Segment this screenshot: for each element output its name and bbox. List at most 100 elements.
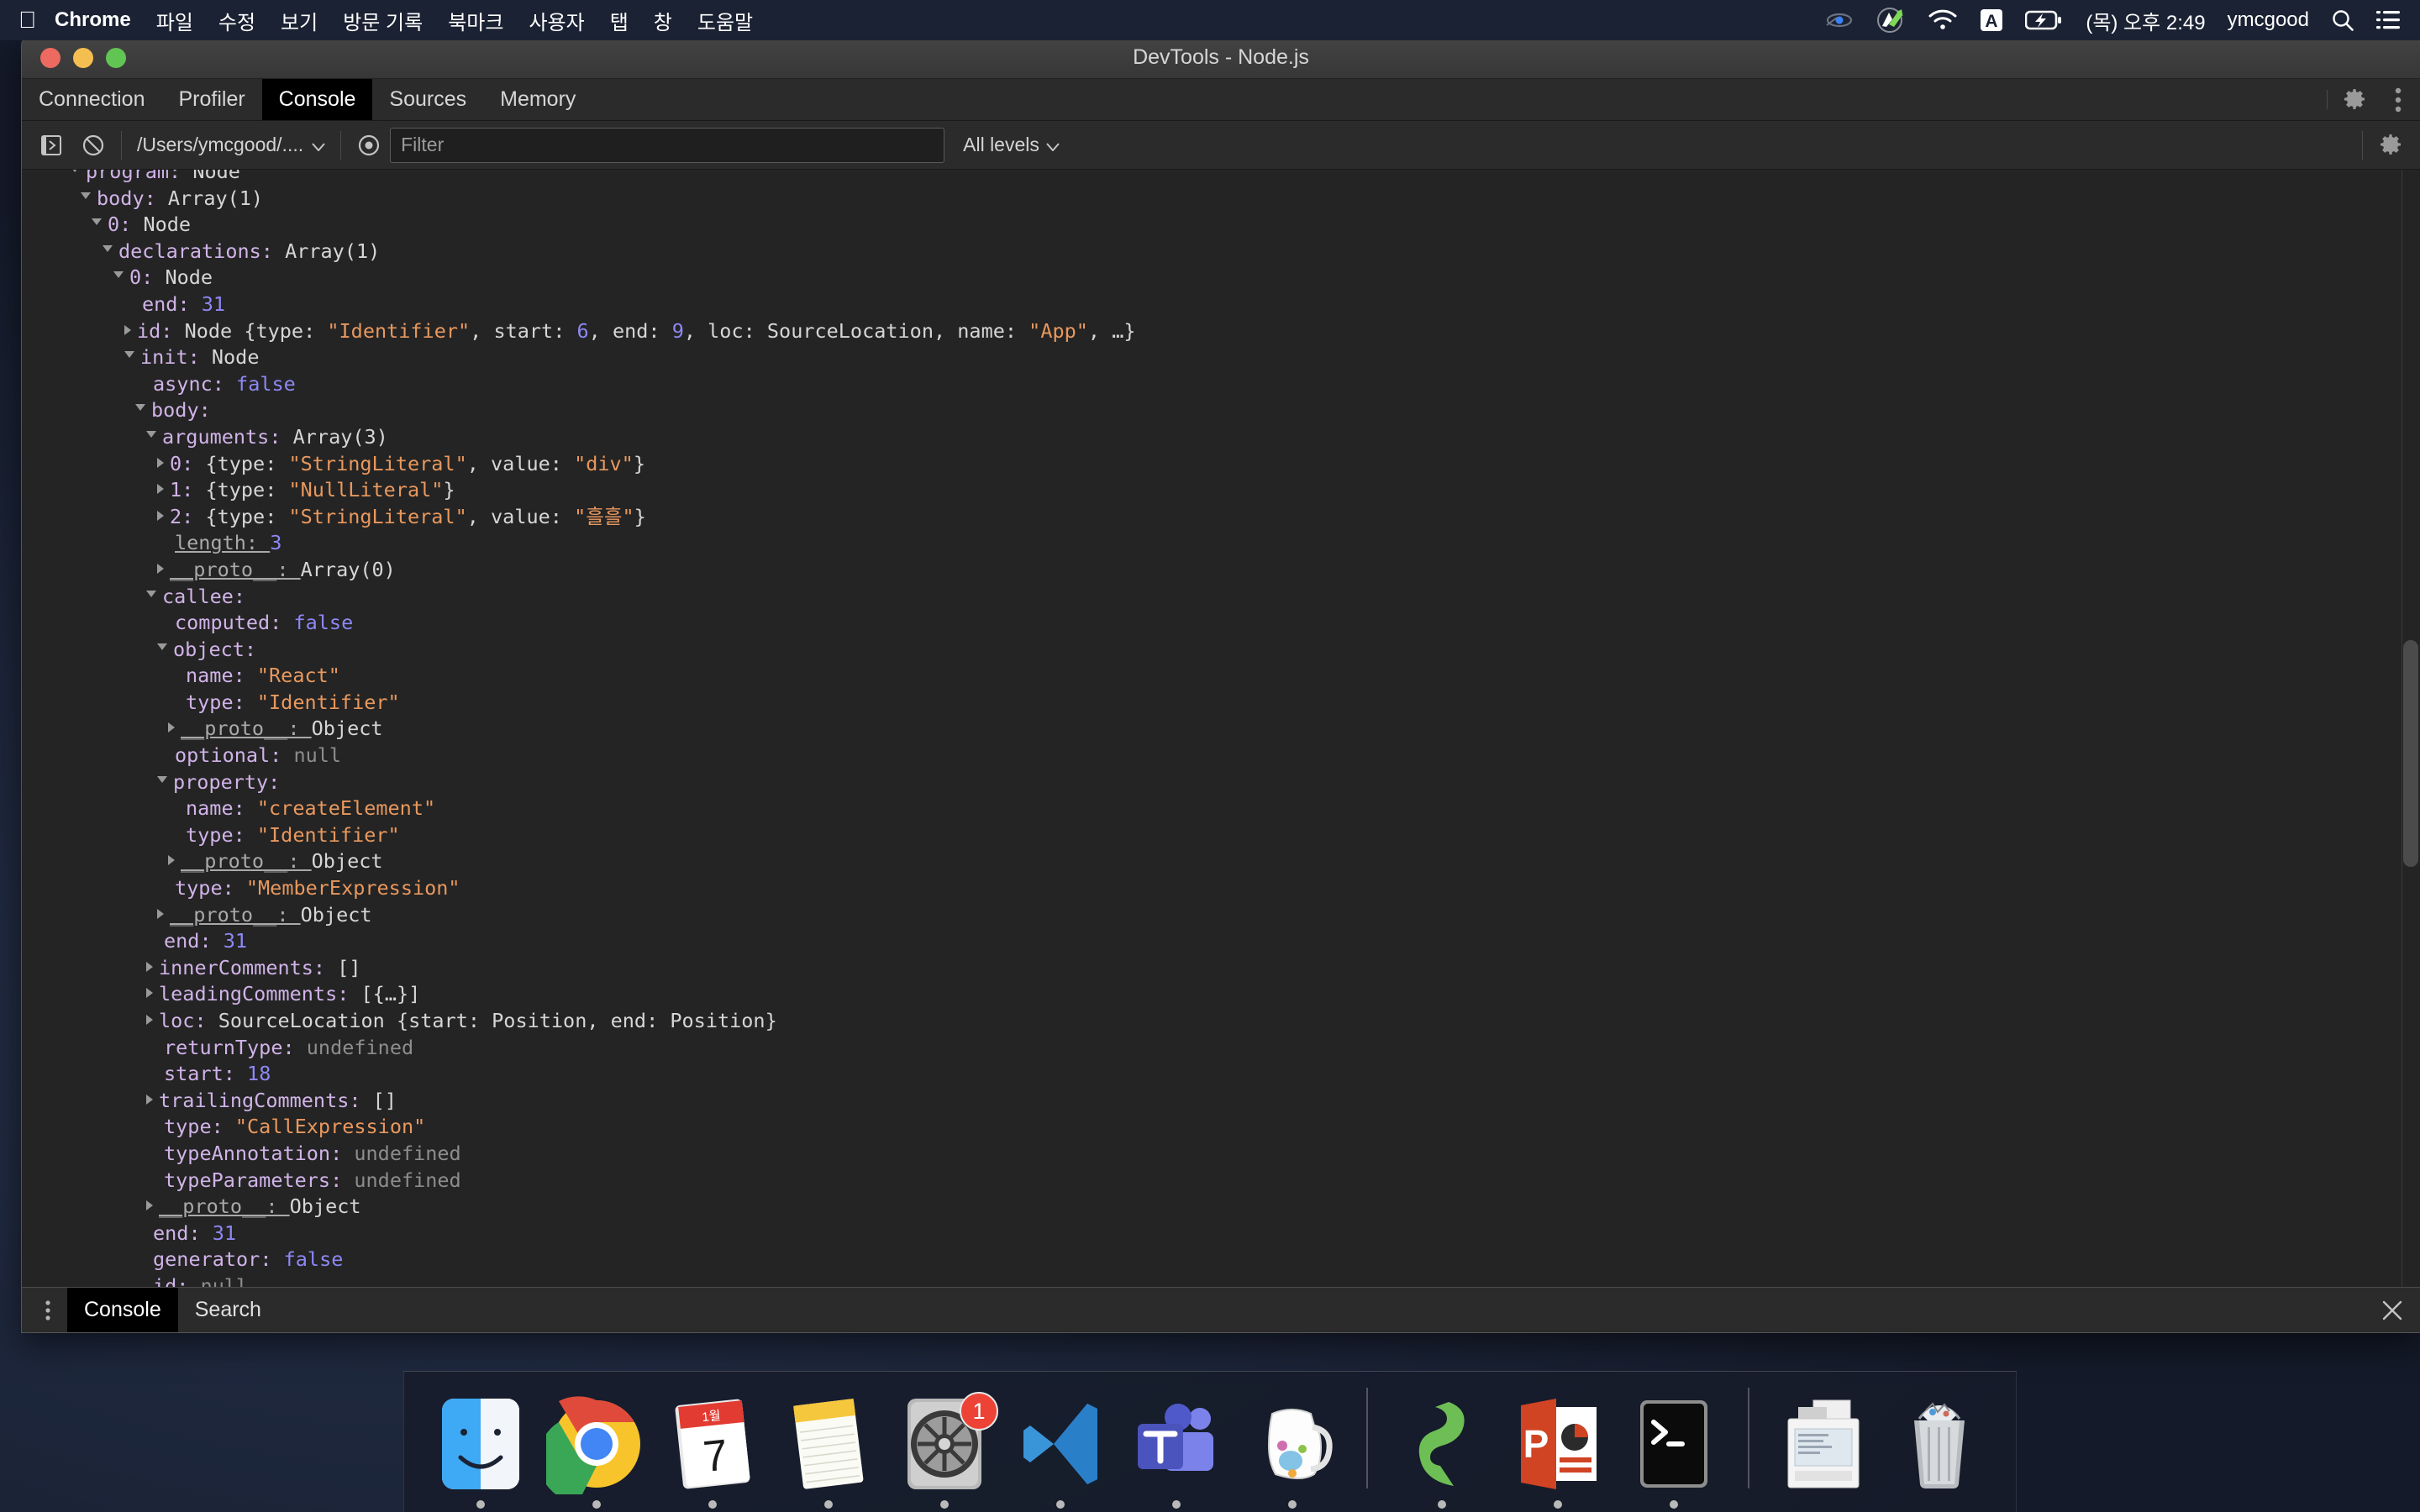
log-level-selector[interactable]: All levels	[963, 134, 1060, 156]
chevron-right-icon[interactable]	[146, 1094, 153, 1105]
console-tree-row[interactable]: start: 18	[22, 1061, 2420, 1088]
live-expression-icon[interactable]	[348, 124, 390, 166]
chevron-down-icon[interactable]	[146, 590, 156, 602]
menu-item-history[interactable]: 방문 기록	[343, 6, 423, 35]
dock-item-calendar[interactable]: 1월 7	[659, 1383, 766, 1509]
dock-item-documents-stack[interactable]	[1770, 1383, 1877, 1509]
console-scrollbar[interactable]	[2402, 170, 2420, 1287]
execution-context-selector[interactable]: /Users/ymcgood/....	[129, 134, 334, 156]
console-tree-row[interactable]: computed: false	[22, 610, 2420, 637]
console-tree-row[interactable]: object:	[22, 637, 2420, 664]
chevron-right-icon[interactable]	[157, 510, 164, 521]
tab-connection[interactable]: Connection	[22, 79, 161, 120]
console-tree-row[interactable]: __proto__: Object	[22, 716, 2420, 743]
tab-profiler[interactable]: Profiler	[161, 79, 261, 120]
apple-icon[interactable]: 	[18, 8, 36, 32]
console-tree-row[interactable]: leadingComments: [{…}]	[22, 981, 2420, 1008]
console-tree-row[interactable]: arguments: Array(3)	[22, 424, 2420, 451]
menu-item-view[interactable]: 보기	[281, 6, 318, 35]
chevron-down-icon[interactable]	[157, 643, 167, 655]
dock-item-system-preferences[interactable]: 1	[891, 1383, 998, 1509]
gear-icon[interactable]	[2333, 79, 2376, 120]
console-tree-row[interactable]: program: Node	[22, 170, 2420, 186]
zoom-button[interactable]	[106, 47, 126, 68]
menu-item-profiles[interactable]: 사용자	[529, 6, 584, 35]
execute-snippet-icon[interactable]	[30, 124, 72, 166]
dock-item-visual-studio-code[interactable]	[1007, 1383, 1114, 1509]
console-tree-row[interactable]: trailingComments: []	[22, 1088, 2420, 1115]
menu-item-bookmarks[interactable]: 북마크	[448, 6, 503, 35]
filter-input[interactable]	[390, 127, 945, 163]
dock-item-trash[interactable]	[1886, 1383, 1993, 1509]
console-tree-row[interactable]: typeAnnotation: undefined	[22, 1141, 2420, 1168]
search-icon[interactable]	[2331, 8, 2354, 32]
dropbox-icon[interactable]	[1876, 8, 1906, 33]
menu-item-file[interactable]: 파일	[156, 6, 193, 35]
gear-icon[interactable]	[2370, 124, 2412, 166]
drawer-tab-search[interactable]: Search	[178, 1288, 278, 1333]
console-tree-row[interactable]: __proto__: Object	[22, 848, 2420, 875]
eye-tracking-icon[interactable]	[1825, 11, 1854, 29]
chevron-right-icon[interactable]	[157, 484, 164, 495]
console-tree-row[interactable]: type: "MemberExpression"	[22, 875, 2420, 902]
dock-item-microsoft-powerpoint[interactable]: P	[1504, 1383, 1612, 1509]
console-tree-row[interactable]: length: 3	[22, 530, 2420, 557]
dock-item-jitsi-meet[interactable]	[1239, 1383, 1346, 1509]
dock-item-postman[interactable]	[1388, 1383, 1496, 1509]
console-tree-row[interactable]: __proto__: Object	[22, 1194, 2420, 1221]
chevron-down-icon[interactable]	[92, 218, 102, 230]
chevron-down-icon[interactable]	[146, 430, 156, 443]
console-tree-row[interactable]: 2: {type: "StringLiteral", value: "흘흘"}	[22, 504, 2420, 531]
chevron-right-icon[interactable]	[146, 1015, 153, 1025]
console-tree-row[interactable]: optional: null	[22, 743, 2420, 769]
battery-charging-icon[interactable]	[2025, 9, 2064, 31]
dock-item-terminal[interactable]	[1620, 1383, 1728, 1509]
console-tree-row[interactable]: body: Array(1)	[22, 186, 2420, 213]
menubar-clock[interactable]: (목) 오후 2:49	[2086, 6, 2205, 35]
tab-memory[interactable]: Memory	[483, 79, 592, 120]
console-tree-row[interactable]: 1: {type: "NullLiteral"}	[22, 477, 2420, 504]
menu-item-window[interactable]: 창	[654, 6, 672, 35]
dock-item-finder[interactable]	[427, 1383, 534, 1509]
console-tree-row[interactable]: end: 31	[22, 1221, 2420, 1247]
console-tree-row[interactable]: declarations: Array(1)	[22, 239, 2420, 265]
console-tree-row[interactable]: __proto__: Array(0)	[22, 557, 2420, 584]
close-icon[interactable]	[2371, 1289, 2413, 1331]
console-tree-row[interactable]: end: 31	[22, 291, 2420, 318]
console-tree-row[interactable]: loc: SourceLocation {start: Position, en…	[22, 1008, 2420, 1035]
console-tree-row[interactable]: id: Node {type: "Identifier", start: 6, …	[22, 318, 2420, 345]
dock-item-microsoft-teams[interactable]	[1123, 1383, 1230, 1509]
console-tree-row[interactable]: returnType: undefined	[22, 1035, 2420, 1062]
input-source-A-icon[interactable]: A	[1980, 8, 2003, 33]
drawer-tab-console[interactable]: Console	[67, 1287, 178, 1332]
console-tree-row[interactable]: init: Node	[22, 344, 2420, 371]
console-tree-row[interactable]: 0: Node	[22, 265, 2420, 291]
chevron-right-icon[interactable]	[157, 457, 164, 468]
wifi-icon[interactable]	[1928, 9, 1958, 31]
chevron-down-icon[interactable]	[135, 404, 145, 416]
scrollbar-thumb[interactable]	[2403, 640, 2418, 867]
console-tree-row[interactable]: __proto__: Object	[22, 902, 2420, 929]
tab-console[interactable]: Console	[261, 79, 373, 120]
menu-item-edit[interactable]: 수정	[218, 6, 255, 35]
control-center-icon[interactable]	[2376, 9, 2402, 31]
chevron-down-icon[interactable]	[70, 170, 80, 177]
chevron-right-icon[interactable]	[157, 908, 164, 919]
console-tree-row[interactable]: end: 31	[22, 928, 2420, 955]
console-tree-row[interactable]: typeParameters: undefined	[22, 1168, 2420, 1194]
chevron-down-icon[interactable]	[157, 775, 167, 788]
console-tree-row[interactable]: 0: {type: "StringLiteral", value: "div"}	[22, 451, 2420, 478]
console-tree-row[interactable]: property:	[22, 769, 2420, 796]
chevron-right-icon[interactable]	[168, 855, 175, 866]
console-tree-row[interactable]: generator: false	[22, 1247, 2420, 1273]
chevron-right-icon[interactable]	[157, 563, 164, 574]
console-tree-row[interactable]: body:	[22, 397, 2420, 424]
console-tree-row[interactable]: name: "createElement"	[22, 795, 2420, 822]
dock-item-notes[interactable]	[775, 1383, 882, 1509]
chevron-down-icon[interactable]	[124, 351, 134, 363]
close-button[interactable]	[40, 47, 60, 68]
chevron-right-icon[interactable]	[146, 988, 153, 999]
chevron-down-icon[interactable]	[113, 271, 124, 283]
chevron-right-icon[interactable]	[124, 324, 131, 335]
clear-console-icon[interactable]	[72, 124, 114, 166]
